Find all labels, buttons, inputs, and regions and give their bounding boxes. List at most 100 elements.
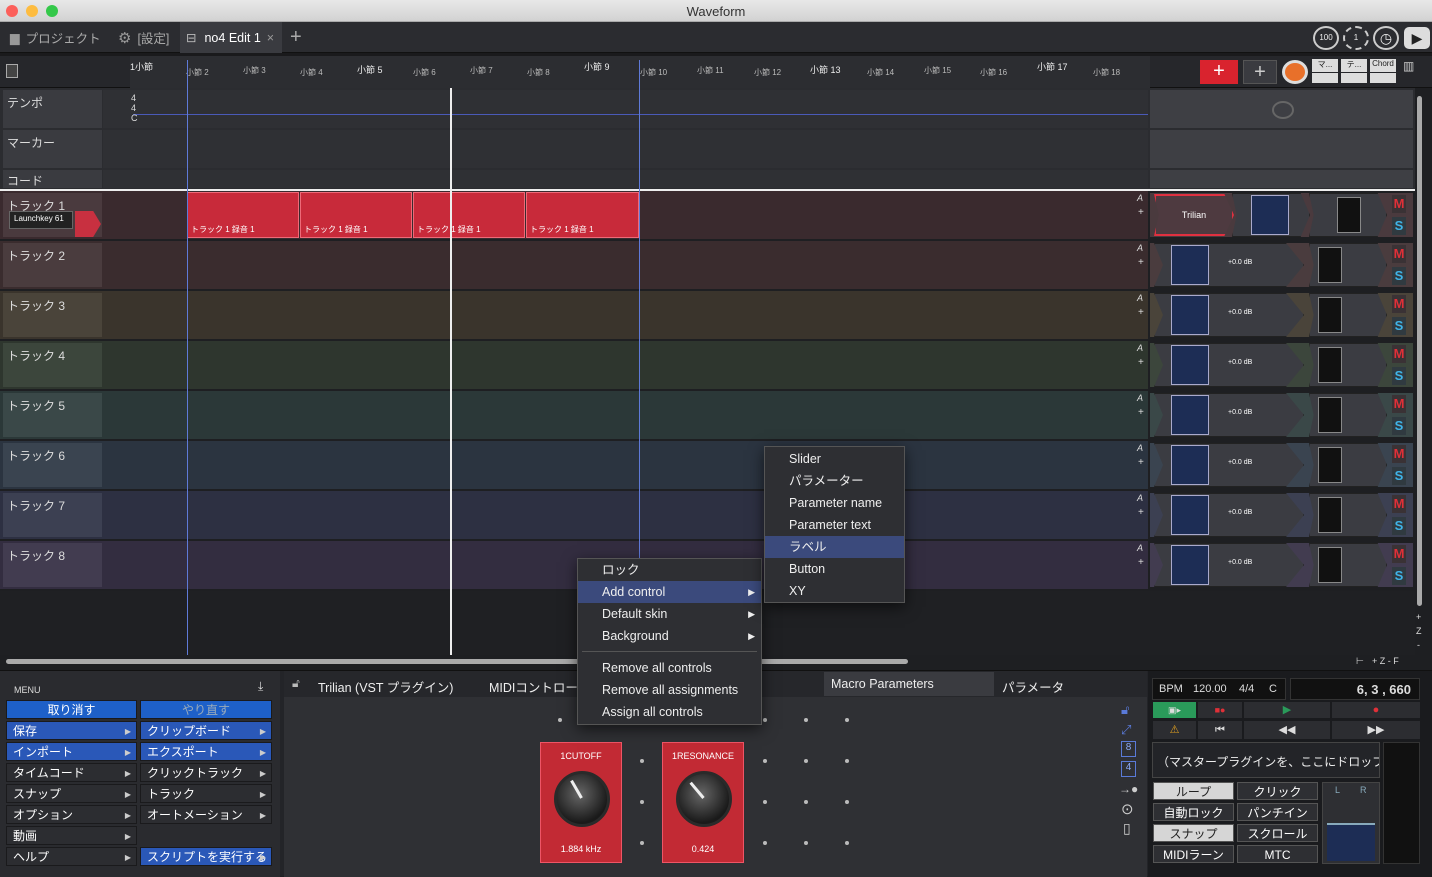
menu-help[interactable]: ヘルプ ▶ bbox=[6, 847, 137, 866]
sidebar-toggle-icon[interactable] bbox=[6, 64, 18, 78]
track-row-8[interactable] bbox=[0, 541, 1148, 589]
automation-toggle[interactable]: A bbox=[1137, 293, 1143, 303]
submenu-slider[interactable]: Slider bbox=[765, 448, 904, 470]
track-header-8[interactable]: トラック 8 bbox=[3, 543, 102, 587]
slot-dot[interactable] bbox=[845, 759, 849, 763]
menu-video[interactable]: 動画 ▶ bbox=[6, 826, 137, 845]
tempo-counter[interactable]: 100 bbox=[1313, 26, 1339, 50]
submenu-parameter-text[interactable]: Parameter text bbox=[765, 514, 904, 536]
menu-item-remove-assignments[interactable]: Remove all assignments bbox=[578, 679, 761, 701]
auto-lock-button[interactable]: 自動ロック bbox=[1153, 803, 1234, 821]
automation-toggle[interactable]: A bbox=[1137, 493, 1143, 503]
add-plugin-button[interactable]: + bbox=[1138, 507, 1144, 518]
menu-click-track[interactable]: クリックトラック ▶ bbox=[140, 763, 272, 782]
play-icon[interactable]: ▶ bbox=[1404, 27, 1430, 49]
tempo-sub-toggle[interactable] bbox=[1341, 73, 1367, 83]
loop-start-marker[interactable] bbox=[187, 60, 188, 655]
mtc-button[interactable]: MTC bbox=[1237, 845, 1318, 863]
slot-dot[interactable] bbox=[845, 800, 849, 804]
menu-automation[interactable]: オートメーション ▶ bbox=[140, 805, 272, 824]
mute-button[interactable]: M bbox=[1392, 445, 1406, 463]
submenu-button[interactable]: Button bbox=[765, 558, 904, 580]
solo-button[interactable]: S bbox=[1392, 267, 1406, 285]
menu-export[interactable]: エクスポート ▶ bbox=[140, 742, 272, 761]
add-plugin-button[interactable]: + bbox=[1138, 457, 1144, 468]
submenu-parameter-name[interactable]: Parameter name bbox=[765, 492, 904, 514]
midi-learn-button[interactable]: MIDIラーン bbox=[1153, 845, 1234, 863]
track-row-7[interactable] bbox=[0, 491, 1148, 539]
chord-track-header[interactable]: コード bbox=[3, 170, 102, 188]
menu-item-lock[interactable]: ロック bbox=[578, 559, 761, 581]
add-plugin-button[interactable]: + bbox=[1138, 557, 1144, 568]
trilian-plugin[interactable]: Trilian bbox=[1154, 194, 1234, 236]
zoom-out-button[interactable]: - bbox=[1417, 640, 1420, 650]
marker-toggle[interactable]: マ... bbox=[1312, 59, 1338, 72]
timeline-ruler[interactable]: 1小節 小節 2 小節 3 小節 4 小節 5 小節 6 小節 7 小節 8 小… bbox=[0, 56, 1432, 88]
add-plugin-button[interactable]: + bbox=[1138, 307, 1144, 318]
menu-item-background[interactable]: Background ▶ bbox=[578, 625, 761, 647]
menu-item-assign-controls[interactable]: Assign all controls bbox=[578, 701, 761, 723]
master-plugin-drop-zone[interactable]: （マスタープラグインを、ここにドロップ） bbox=[1152, 742, 1380, 778]
chord-sub-toggle[interactable] bbox=[1370, 73, 1396, 83]
slot-dot[interactable] bbox=[845, 841, 849, 845]
clip[interactable]: トラック 1 録音 1 bbox=[526, 192, 639, 238]
fast-forward-icon[interactable]: ▶▶ bbox=[1332, 721, 1420, 739]
mute-button[interactable]: M bbox=[1392, 195, 1406, 213]
menu-options[interactable]: オプション ▶ bbox=[6, 805, 137, 824]
track-row-3[interactable] bbox=[0, 291, 1148, 339]
track-header-3[interactable]: トラック 3 bbox=[3, 293, 102, 337]
track-header-4[interactable]: トラック 4 bbox=[3, 343, 102, 387]
slot-dot[interactable] bbox=[640, 800, 644, 804]
clip[interactable]: トラック 1 録音 1 bbox=[300, 192, 412, 238]
chord-toggle[interactable]: Chord bbox=[1370, 59, 1396, 72]
master-volume-panel[interactable]: L R bbox=[1322, 782, 1380, 864]
document-icon[interactable]: ▯ bbox=[1123, 820, 1131, 837]
automation-toggle[interactable]: A bbox=[1137, 343, 1143, 353]
redo-button[interactable]: やり直す bbox=[140, 700, 272, 719]
marker-track-header[interactable]: マーカー bbox=[3, 130, 102, 168]
menu-timecode[interactable]: タイムコード ▶ bbox=[6, 763, 137, 782]
menu-item-add-control[interactable]: Add control ▶ bbox=[578, 581, 761, 603]
record-mode-icon[interactable] bbox=[1282, 60, 1308, 84]
rewind-icon[interactable]: ◀◀ bbox=[1244, 721, 1330, 739]
add-track-button[interactable]: + bbox=[1200, 60, 1238, 84]
marker-lane[interactable] bbox=[103, 130, 1148, 168]
mute-button[interactable]: M bbox=[1392, 245, 1406, 263]
track-row-4[interactable] bbox=[0, 341, 1148, 389]
track-row-2[interactable] bbox=[0, 241, 1148, 289]
snap-button[interactable]: スナップ bbox=[1153, 824, 1234, 842]
scroll-button[interactable]: スクロール bbox=[1237, 824, 1318, 842]
tempo-track-header[interactable]: テンポ bbox=[3, 90, 102, 128]
solo-button[interactable]: S bbox=[1392, 417, 1406, 435]
mute-button[interactable]: M bbox=[1392, 495, 1406, 513]
add-tab-button[interactable]: + bbox=[284, 22, 308, 53]
undo-button[interactable]: 取り消す bbox=[6, 700, 137, 719]
chord-lane[interactable] bbox=[103, 170, 1148, 188]
warning-icon[interactable]: ⚠ bbox=[1153, 721, 1196, 739]
solo-button[interactable]: S bbox=[1392, 367, 1406, 385]
record-button[interactable]: ● bbox=[1332, 702, 1420, 718]
automation-toggle[interactable]: A bbox=[1137, 243, 1143, 253]
click-button[interactable]: クリック bbox=[1237, 782, 1318, 800]
menu-clipboard[interactable]: クリップボード ▶ bbox=[140, 721, 272, 740]
menu-run-script[interactable]: スクリプトを実行する ▶ bbox=[140, 847, 272, 866]
beat-counter[interactable]: 1 bbox=[1343, 26, 1369, 50]
record-arm-button[interactable] bbox=[75, 211, 101, 237]
midi-icon[interactable]: ▣▸ bbox=[1153, 702, 1196, 718]
lock-icon[interactable]: 🔓︎ bbox=[292, 676, 300, 691]
parameters-tab[interactable]: パラメータ bbox=[1002, 677, 1064, 696]
mute-button[interactable]: M bbox=[1392, 545, 1406, 563]
timeline-zoom-icon[interactable]: ⊢ bbox=[1356, 656, 1364, 667]
add-plugin-button[interactable]: + bbox=[1138, 407, 1144, 418]
playhead[interactable] bbox=[450, 88, 452, 655]
bpm-display[interactable]: BPM 120.00 4/4 C bbox=[1152, 678, 1286, 700]
tab-edit[interactable]: ⊟ no4 Edit 1 × bbox=[180, 22, 282, 53]
submenu-parameter[interactable]: パラメーター bbox=[765, 470, 904, 492]
add-plugin-button[interactable]: + bbox=[1138, 357, 1144, 368]
download-icon[interactable]: ⤓ bbox=[258, 679, 263, 694]
add-plugin-button[interactable]: + bbox=[1138, 257, 1144, 268]
keyboard-icon[interactable]: ▥ bbox=[1403, 59, 1419, 83]
automation-toggle[interactable]: A bbox=[1137, 443, 1143, 453]
grid-columns-value[interactable]: 8 bbox=[1121, 741, 1136, 757]
add-button[interactable]: + bbox=[1243, 60, 1277, 84]
